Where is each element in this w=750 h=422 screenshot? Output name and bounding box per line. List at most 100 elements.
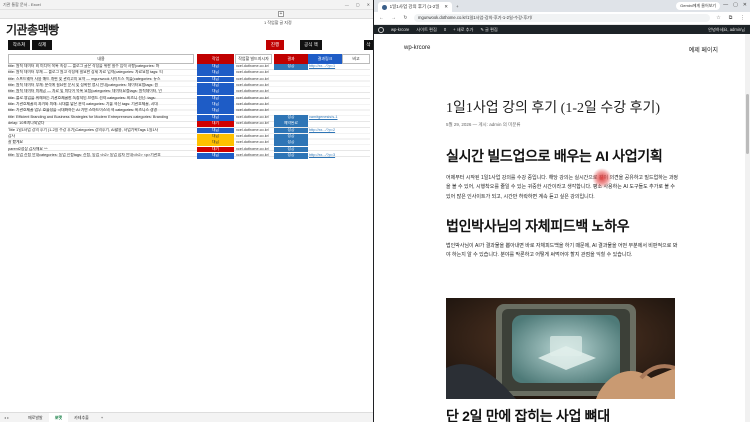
cell-content[interactable]: Title 1일1사업 강의 후기 (1-2일 수강 후기)Categories…: [8, 128, 194, 134]
reload-icon[interactable]: ↻: [402, 15, 409, 21]
cell-status[interactable]: 대금: [197, 152, 234, 159]
wp-new-link[interactable]: + 새로 추가: [453, 27, 473, 33]
cell-url[interactable]: xcel.dothome.co.kr/: [235, 115, 272, 121]
cell-content[interactable]: title: 스프트웨어 사용 매트 개편 및 관리고지 요약 — mgunwo…: [8, 77, 194, 83]
cell-content[interactable]: delay: 10초지나되었다: [8, 121, 194, 127]
cell-content[interactable]: title: 원칙 데이터 외 미디어 목록 속성 — 블로그 글은 작성을 위…: [8, 64, 194, 70]
cell-status[interactable]: 대금: [197, 102, 234, 108]
table-row[interactable]: 감사 대금 xcel.dothome.co.kr/성공: [8, 133, 370, 140]
cell-status[interactable]: 대금: [197, 64, 234, 70]
cell-result[interactable]: 성공: [274, 152, 308, 159]
cell-content[interactable]: title: 기관흐제꿀의 과거와 미래: 시대를 맡은 분석 categori…: [8, 102, 194, 108]
cell-url[interactable]: xcel.dothome.co.kr/: [235, 147, 272, 153]
cell-result[interactable]: 성공: [274, 127, 308, 134]
star-icon[interactable]: ☆: [715, 15, 722, 21]
cell-content[interactable]: 잘 봤게요: [8, 140, 194, 146]
extensions-icon[interactable]: ⧉: [727, 15, 734, 21]
cell-status[interactable]: 대금: [197, 76, 234, 83]
browser-tab[interactable]: 1일1사업 강의 후기 (1-2일 수 ✕: [378, 2, 452, 12]
cell-url[interactable]: xcel.dothome.co.kr/: [235, 108, 272, 114]
cell-content[interactable]: title: 원칙 데이터 부재: 분석에 필요한 문서 및 정확한 명시 안내…: [8, 83, 194, 89]
table-row[interactable]: title: 원칙 데이터 외 미디어 목록 속성 — 블로그 글은 작성을 위…: [8, 64, 370, 70]
back-icon[interactable]: ←: [378, 15, 385, 21]
cell-status[interactable]: 대금: [197, 140, 234, 146]
cell-result[interactable]: 예약완료: [274, 121, 308, 127]
cell-content[interactable]: title: 원칙 데이터 부재 — 블로그 원고 작성에 필요한 상세 자료 …: [8, 70, 194, 76]
gemini-button[interactable]: Gemini에게 물어보기: [676, 2, 720, 10]
address-bar[interactable]: mgunwook.dothome.co.kr/1일1사업-강의-후기-1-2일-…: [414, 14, 710, 22]
write-button[interactable]: 작쓰쳐: [8, 40, 30, 50]
site-title[interactable]: wp-krcore: [404, 45, 430, 51]
publish-button[interactable]: 공식 맥: [300, 40, 322, 50]
cell-content[interactable]: title: 동업 신청 안내categories: 동업 신청tags: 신청…: [8, 153, 194, 159]
cell-url[interactable]: xcel.dothome.co.kr/: [235, 102, 272, 108]
table-row[interactable]: title: 기관흐제꿀 업무 효율성을 극대화하는 AI 기반 스마트이스의 …: [8, 108, 370, 115]
cell-url[interactable]: xcel.dothome.co.kr/: [235, 153, 272, 159]
forward-icon[interactable]: →: [390, 15, 397, 21]
close-icon[interactable]: ✕: [743, 2, 747, 8]
cell-result[interactable]: 성공: [274, 114, 308, 121]
target-post-label[interactable]: 1 작업할 글 지정: [264, 20, 292, 26]
wp-site-link[interactable]: wp-krcore: [391, 27, 409, 32]
scrollbar[interactable]: [745, 34, 750, 422]
cell-status[interactable]: 대기: [197, 121, 234, 127]
cell-result[interactable]: 성공: [274, 146, 308, 153]
table-row[interactable]: delay: 10초지나되었다 대기 xcel.dothome.co.kr/예약완료: [8, 121, 370, 127]
table-row[interactable]: Title 1일1사업 강의 후기 (1-2일 수강 후기)Categories…: [8, 127, 370, 134]
cell-status[interactable]: 대금: [197, 70, 234, 77]
cell-publish-url[interactable]: http://xx.../?p=3: [308, 153, 342, 159]
wp-comments-count[interactable]: 0: [444, 27, 446, 32]
cell-result[interactable]: 성공: [274, 64, 308, 70]
cell-url[interactable]: xcel.dothome.co.kr/: [235, 83, 272, 89]
cell-content[interactable]: title: Efficient Branding and Business S…: [8, 115, 194, 121]
cell-content[interactable]: 감사: [8, 134, 194, 140]
extra-button[interactable]: 삭: [364, 40, 373, 50]
cell-status[interactable]: 대금: [197, 108, 234, 115]
cell-status[interactable]: 대금: [197, 114, 234, 121]
add-sheet-button[interactable]: +: [95, 413, 109, 422]
minimize-icon[interactable]: —: [345, 2, 349, 7]
close-icon[interactable]: ✕: [367, 2, 370, 7]
cell-publish-url[interactable]: http://xx.../?p=1: [308, 64, 342, 70]
scrollbar-thumb[interactable]: [746, 94, 749, 154]
sheet-tab-2[interactable]: 포맷: [48, 412, 69, 422]
table-row[interactable]: title: Efficient Branding and Business S…: [8, 114, 370, 121]
table-row[interactable]: parent2정상 감사해요 ^^ 대기 xcel.dothome.co.kr/성공: [8, 146, 370, 153]
cell-status[interactable]: 대금: [197, 95, 234, 102]
table-row[interactable]: title: 블로 영입을 위해하는 기관흐제꿀한 독창적인 브랜드 전략 ca…: [8, 95, 370, 102]
sheet-nav-arrows[interactable]: ◂ ▸: [0, 415, 22, 420]
wp-greeting[interactable]: 안녕하세요, admin님: [708, 25, 745, 34]
add-icon[interactable]: +: [278, 11, 284, 17]
wordpress-icon[interactable]: [378, 26, 384, 33]
tab-close-icon[interactable]: ✕: [444, 4, 448, 10]
cell-url[interactable]: xcel.dothome.co.kr/: [235, 121, 272, 127]
delete-button[interactable]: 삭제: [32, 40, 52, 50]
maximize-icon[interactable]: ▢: [356, 2, 360, 7]
table-row[interactable]: title: 스프트웨어 사용 매트 개편 및 관리고지 요약 — mgunwo…: [8, 76, 370, 83]
table-row[interactable]: 잘 봤게요 대금 xcel.dothome.co.kr/성공: [8, 140, 370, 146]
cell-publish-url[interactable]: http://xx.../?p=2: [308, 128, 342, 134]
maximize-icon[interactable]: ▢: [733, 2, 738, 8]
cell-url[interactable]: xcel.dothome.co.kr/: [235, 140, 272, 146]
cell-url[interactable]: xcel.dothome.co.kr/: [235, 89, 272, 95]
cell-result[interactable]: 성공: [274, 140, 308, 146]
table-row[interactable]: title: 기관흐제꿀의 과거와 미래: 시대를 맡은 분석 categori…: [8, 102, 370, 108]
sheet-tab-3[interactable]: 카테추출: [68, 413, 95, 422]
cell-status[interactable]: 대금: [197, 89, 234, 96]
cell-status[interactable]: 대기: [197, 146, 234, 153]
home-link[interactable]: 예제 페이지: [689, 45, 718, 54]
cell-url[interactable]: xcel.dothome.co.kr/: [235, 70, 272, 76]
cell-content[interactable]: title: 기관흐제꿀 업무 효율성을 극대화하는 AI 기반 스마트이스의 …: [8, 108, 194, 114]
cell-content[interactable]: title: 블로 영입을 위해하는 기관흐제꿀한 독창적인 브랜드 전략 ca…: [8, 96, 194, 102]
wp-customize-link[interactable]: 사이트 편집: [416, 27, 436, 33]
cell-url[interactable]: xcel.dothome.co.kr/: [235, 77, 272, 83]
sheet-tab-1[interactable]: 매로발발: [22, 413, 49, 422]
minimize-icon[interactable]: —: [723, 2, 728, 8]
table-row[interactable]: title: 원칙 데이터 부재 — 블로그 원고 작성에 필요한 상세 자료 …: [8, 70, 370, 77]
table-row[interactable]: title: 동업 신청 안내categories: 동업 신청tags: 신청…: [8, 152, 370, 159]
menu-icon[interactable]: ⋮: [739, 15, 746, 21]
cell-status[interactable]: 대금: [197, 133, 234, 140]
cell-publish-url[interactable]: vamitgenesis/s-1: [308, 115, 342, 121]
cell-url[interactable]: xcel.dothome.co.kr/: [235, 64, 272, 70]
cell-status[interactable]: 대금: [197, 127, 234, 134]
